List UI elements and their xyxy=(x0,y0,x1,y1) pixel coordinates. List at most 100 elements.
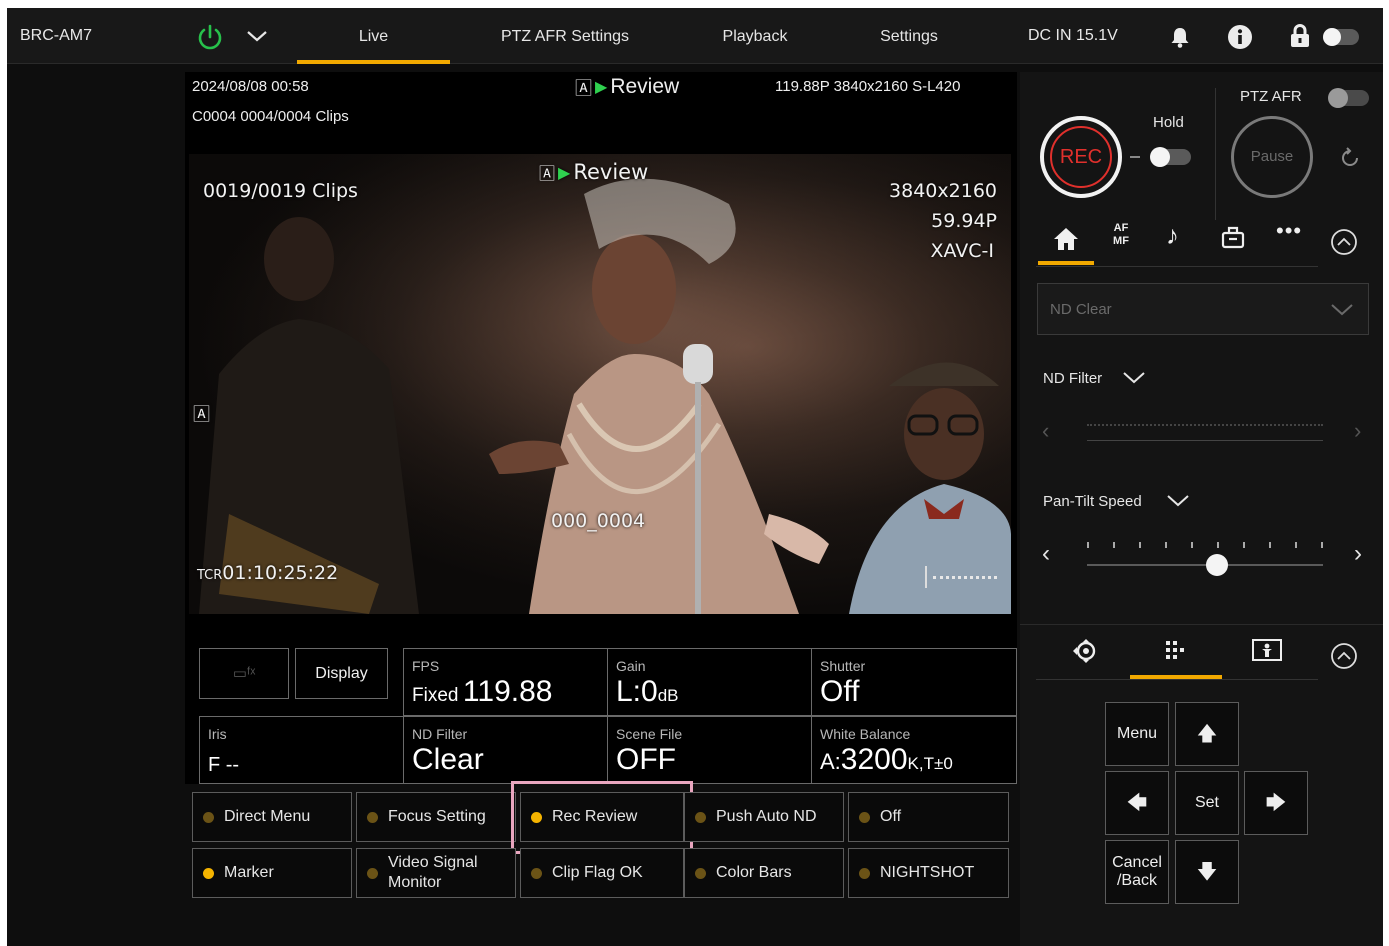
cancel-back-button[interactable]: Cancel/Back xyxy=(1105,840,1169,904)
audio-icon[interactable]: ♪ xyxy=(1166,220,1179,251)
hold-toggle[interactable] xyxy=(1150,147,1191,167)
gain-cell[interactable]: Gain L:0dB xyxy=(607,648,812,716)
tab-ptz-afr-settings[interactable]: PTZ AFR Settings xyxy=(485,8,645,64)
video-review-label: Review xyxy=(573,160,649,184)
cancel-back-label: Cancel/Back xyxy=(1112,854,1162,889)
status-dot xyxy=(531,811,542,823)
clip-review-icon: 🄰 xyxy=(193,405,210,425)
fps-cell[interactable]: FPS Fixed 119.88 xyxy=(403,648,608,716)
clip-flag-ok-button[interactable]: Clip Flag OK xyxy=(520,848,684,898)
media-icon[interactable] xyxy=(1220,224,1246,250)
framing-icon[interactable] xyxy=(1251,638,1283,662)
app-window: BRC-AM7 Live PTZ AFR Settings Playback S… xyxy=(7,8,1383,946)
format-info: 119.88P 3840x2160 S-L420 xyxy=(775,78,961,95)
fps-prefix: Fixed xyxy=(412,685,459,706)
tab-live[interactable]: Live xyxy=(297,8,450,64)
date-time: 2024/08/08 00:58 xyxy=(192,78,309,95)
tab-settings[interactable]: Settings xyxy=(853,8,965,64)
nd-filter-cell[interactable]: ND Filter Clear xyxy=(403,716,608,784)
collapse-icon[interactable] xyxy=(1330,228,1358,256)
video-clip-count: 0019/0019 Clips xyxy=(203,180,358,202)
nd-increase-button[interactable]: › xyxy=(1354,418,1361,444)
white-balance-cell[interactable]: White Balance A:3200K,T±0 xyxy=(811,716,1017,784)
arrow-left-icon: 🡄 xyxy=(1126,792,1148,814)
more-icon[interactable]: ••• xyxy=(1276,218,1302,244)
video-signal-monitor-button[interactable]: Video Signal Monitor xyxy=(356,848,516,898)
ptz-afr-toggle[interactable] xyxy=(1328,88,1369,108)
fps-number: 119.88 xyxy=(462,675,553,708)
shutter-label: Shutter xyxy=(820,658,866,674)
down-button[interactable]: 🡇 xyxy=(1175,840,1239,904)
nd-decrease-button[interactable]: ‹ xyxy=(1042,418,1049,444)
marker-button[interactable]: Marker xyxy=(192,848,352,898)
nd-dropdown[interactable]: ND Clear xyxy=(1037,283,1369,335)
scene-file-label: Scene File xyxy=(616,726,683,742)
menu-button[interactable]: Menu xyxy=(1105,702,1169,766)
shutter-cell[interactable]: Shutter Off xyxy=(811,648,1017,716)
color-bars-button[interactable]: Color Bars xyxy=(684,848,844,898)
play-icon: ▶ xyxy=(595,78,608,96)
pan-tilt-ticks xyxy=(1087,542,1323,548)
top-bar: BRC-AM7 Live PTZ AFR Settings Playback S… xyxy=(7,8,1383,64)
status-dot xyxy=(367,811,378,823)
fps-label: FPS xyxy=(412,658,440,674)
control-panel: REC Hold PTZ AFR Pause AF MF ♪ ••• ND Cl… xyxy=(1020,72,1383,946)
button-label: Focus Setting xyxy=(388,808,486,825)
collapse-icon[interactable] xyxy=(1330,642,1358,670)
video-review-indicator: 🄰 ▶ Review xyxy=(539,160,648,184)
keypad-icon[interactable] xyxy=(1163,638,1189,662)
iris-cell[interactable]: Iris F -- xyxy=(199,716,404,784)
left-button[interactable]: 🡄 xyxy=(1105,771,1169,835)
preview-panel: 2024/08/08 00:58 C0004 0004/0004 Clips 🄰… xyxy=(185,72,1017,784)
timecode-prefix: TCR xyxy=(197,568,223,583)
info-icon[interactable] xyxy=(1227,24,1253,50)
dfx-button[interactable]: ▭ᶠˣ xyxy=(199,648,289,699)
lock-toggle[interactable] xyxy=(1323,28,1359,46)
toggle-knob xyxy=(1328,88,1348,108)
set-button[interactable]: Set xyxy=(1175,771,1239,835)
status-dot xyxy=(203,811,214,823)
af-mf-icon[interactable]: AF MF xyxy=(1108,222,1134,248)
refresh-icon[interactable] xyxy=(1338,146,1362,170)
button-label: NIGHTSHOT xyxy=(880,864,975,881)
focus-setting-button[interactable]: Focus Setting xyxy=(356,792,516,842)
wb-suffix: K,T±0 xyxy=(907,754,953,773)
wb-prefix: A: xyxy=(820,749,841,774)
push-auto-nd-button[interactable]: Push Auto ND xyxy=(684,792,844,842)
chevron-down-icon[interactable] xyxy=(245,28,269,44)
nightshot-button[interactable]: NIGHTSHOT xyxy=(848,848,1009,898)
direct-menu-button[interactable]: Direct Menu xyxy=(192,792,352,842)
up-button[interactable]: 🡅 xyxy=(1175,702,1239,766)
shutter-value: Off xyxy=(820,675,860,708)
rec-review-button[interactable]: Rec Review xyxy=(520,792,684,842)
scene-file-value: OFF xyxy=(616,743,676,776)
ptz-control-icon[interactable] xyxy=(1069,638,1099,664)
rec-button[interactable]: REC xyxy=(1040,116,1122,198)
pause-button[interactable]: Pause xyxy=(1231,116,1313,198)
lock-icon[interactable] xyxy=(1289,23,1311,49)
chevron-down-icon[interactable] xyxy=(1166,493,1190,509)
active-tab-indicator xyxy=(1038,261,1094,265)
home-icon[interactable] xyxy=(1052,226,1080,252)
pan-tilt-decrease-button[interactable]: ‹ xyxy=(1042,540,1050,568)
nd-filter-slider[interactable] xyxy=(1087,440,1323,441)
right-button[interactable]: 🡆 xyxy=(1244,771,1308,835)
clip-review-icon: 🄰 xyxy=(539,164,556,183)
pan-tilt-increase-button[interactable]: › xyxy=(1354,540,1362,568)
gain-unit: dB xyxy=(657,686,679,705)
tab-playback[interactable]: Playback xyxy=(699,8,811,64)
chevron-down-icon[interactable] xyxy=(1122,370,1146,386)
off-button[interactable]: Off xyxy=(848,792,1009,842)
gain-label: Gain xyxy=(616,658,646,674)
display-button[interactable]: Display xyxy=(295,648,388,699)
video-image xyxy=(189,154,1011,614)
power-icon[interactable] xyxy=(195,22,225,52)
pan-tilt-slider-knob[interactable] xyxy=(1205,554,1228,576)
scene-file-cell[interactable]: Scene File OFF xyxy=(607,716,812,784)
audio-level-meter xyxy=(925,564,999,592)
divider xyxy=(1215,88,1216,220)
divider xyxy=(1020,624,1383,625)
clip-name: 000_0004 xyxy=(551,510,646,532)
bell-icon[interactable] xyxy=(1168,25,1192,49)
toggle-knob xyxy=(1150,147,1170,167)
